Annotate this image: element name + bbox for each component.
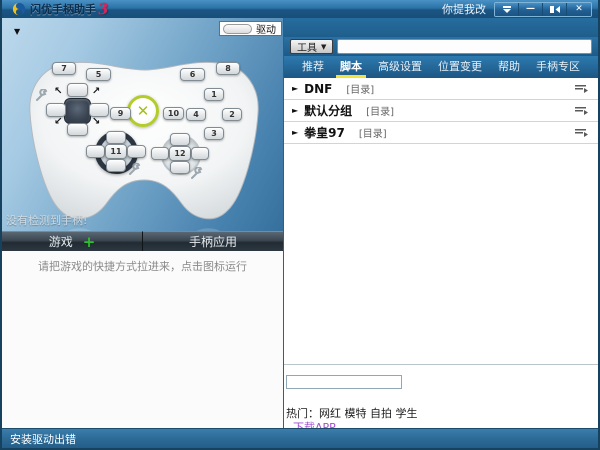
tab-games-label: 游戏: [49, 233, 73, 250]
tools-button[interactable]: 工具 ▼: [290, 39, 333, 54]
search-input[interactable]: [286, 375, 402, 389]
expand-arrow-icon[interactable]: ►: [292, 128, 298, 137]
script-name: DNF: [304, 82, 332, 96]
pad-button-3[interactable]: 3: [204, 127, 224, 140]
feedback-link[interactable]: 你提我改: [442, 1, 486, 17]
script-empty-area: [284, 144, 598, 364]
tab-recommend[interactable]: 推荐: [298, 56, 328, 78]
right-tab-bar: 推荐 脚本 高级设置 位置变更 帮助 手柄专区: [284, 56, 598, 78]
status-text: 安装驱动出错: [10, 431, 76, 447]
script-tag: [目录]: [366, 103, 394, 118]
tray-icon: [549, 5, 561, 14]
tab-gamepad-apps[interactable]: 手柄应用: [143, 231, 283, 251]
minimize-button[interactable]: —: [519, 3, 543, 16]
pad-button-12[interactable]: 12: [169, 146, 191, 161]
pad-button-1[interactable]: 1: [204, 88, 224, 101]
pad-button-blank[interactable]: [170, 133, 190, 146]
chevron-down-icon: [503, 6, 511, 13]
diagonal-arrow-icon: ↙: [54, 116, 62, 127]
expand-arrow-icon[interactable]: ►: [292, 106, 298, 115]
gamepad-image: ✕ ↖ ↗ ↙ ↘ 7 5 6 8 1 4 2 3 9 10: [2, 18, 283, 231]
tab-advanced-settings[interactable]: 高级设置: [374, 56, 426, 78]
tab-gamepad-apps-label: 手柄应用: [189, 233, 237, 250]
pad-button-8[interactable]: 8: [216, 62, 240, 75]
expand-arrow-icon[interactable]: ►: [292, 84, 298, 93]
script-row-default-group[interactable]: ► 默认分组 [目录]: [284, 100, 598, 122]
pad-button-blank[interactable]: [127, 145, 146, 158]
close-button[interactable]: ✕: [567, 3, 591, 16]
left-tab-bar: 游戏 + 手柄应用: [2, 231, 283, 251]
promo-area: 热门：网红 模特 自拍 学生 下载APP: [284, 364, 598, 428]
titlebar: 闪优手柄助手 3 你提我改 — ✕: [2, 0, 598, 18]
drop-hint-text: 请把游戏的快捷方式拉进来，点击图标运行: [2, 258, 283, 274]
pad-button-4[interactable]: 4: [186, 108, 206, 121]
gamepad-body: [24, 56, 266, 226]
script-tag: [目录]: [359, 125, 387, 140]
no-gamepad-status: 没有检测到手柄!: [6, 212, 87, 228]
tray-button[interactable]: [543, 3, 567, 16]
pad-button-6[interactable]: 6: [180, 68, 205, 81]
wrench-icon[interactable]: [35, 89, 49, 102]
pad-button-blank[interactable]: [170, 161, 190, 174]
pad-button-blank[interactable]: [106, 131, 126, 144]
diagonal-arrow-icon: ↘: [92, 116, 100, 127]
skin-menu-button[interactable]: [495, 3, 519, 16]
add-game-icon[interactable]: +: [83, 236, 96, 248]
tools-button-label: 工具: [297, 39, 317, 54]
pad-button-blank[interactable]: [191, 147, 209, 160]
dpad-center[interactable]: [64, 98, 91, 124]
right-top-band: [284, 18, 598, 37]
tab-position-change[interactable]: 位置变更: [434, 56, 486, 78]
diagonal-arrow-icon: ↖: [54, 86, 62, 97]
main-area: ▼ 驱动: [2, 18, 598, 428]
row-menu-icon[interactable]: [574, 84, 588, 93]
pad-button-blank[interactable]: [46, 103, 66, 117]
script-tag: [目录]: [346, 81, 374, 96]
status-bar: 安装驱动出错: [2, 428, 598, 448]
script-list: ► DNF [目录] ► 默认分组 [目录] ► 拳皇97 [目录]: [284, 78, 598, 144]
app-title: 闪优手柄助手: [30, 1, 96, 17]
wrench-icon[interactable]: [128, 163, 142, 176]
tab-script[interactable]: 脚本: [336, 56, 366, 78]
pad-button-blank[interactable]: [106, 159, 126, 172]
pad-button-7[interactable]: 7: [52, 62, 76, 75]
pad-button-blank[interactable]: [67, 123, 88, 136]
row-menu-icon[interactable]: [574, 106, 588, 115]
pad-button-9[interactable]: 9: [110, 107, 131, 120]
pad-button-2[interactable]: 2: [222, 108, 242, 121]
pad-button-blank[interactable]: [151, 147, 169, 160]
tab-gamepad-zone[interactable]: 手柄专区: [532, 56, 584, 78]
gamepad-panel: ▼ 驱动: [2, 18, 283, 428]
script-toolbar: 工具 ▼: [284, 37, 598, 56]
game-drop-area[interactable]: 请把游戏的快捷方式拉进来，点击图标运行: [2, 251, 283, 428]
script-row-kof97[interactable]: ► 拳皇97 [目录]: [284, 122, 598, 144]
pad-button-5[interactable]: 5: [86, 68, 111, 81]
pad-button-11[interactable]: 11: [105, 144, 127, 159]
tab-help[interactable]: 帮助: [494, 56, 524, 78]
pad-button-blank[interactable]: [86, 145, 105, 158]
diagonal-arrow-icon: ↗: [92, 86, 100, 97]
script-name: 拳皇97: [304, 124, 345, 141]
app-logo-icon: [12, 2, 26, 16]
app-window: 闪优手柄助手 3 你提我改 — ✕ ▼ 驱动: [0, 0, 600, 450]
window-controls: — ✕: [494, 2, 592, 17]
guide-button[interactable]: ✕: [127, 95, 159, 127]
row-menu-icon[interactable]: [574, 128, 588, 137]
chevron-down-icon: ▼: [321, 43, 326, 51]
script-name: 默认分组: [304, 102, 352, 119]
toolbar-field[interactable]: [337, 39, 592, 54]
app-version: 3: [98, 3, 109, 14]
pad-button-10[interactable]: 10: [163, 107, 184, 120]
pad-button-blank[interactable]: [67, 83, 88, 97]
script-row-dnf[interactable]: ► DNF [目录]: [284, 78, 598, 100]
pad-button-blank[interactable]: [89, 103, 109, 117]
script-panel: 工具 ▼ 推荐 脚本 高级设置 位置变更 帮助 手柄专区 ► DNF [目录]: [283, 18, 598, 428]
wrench-icon[interactable]: [190, 167, 204, 180]
tab-games[interactable]: 游戏 +: [2, 231, 143, 251]
